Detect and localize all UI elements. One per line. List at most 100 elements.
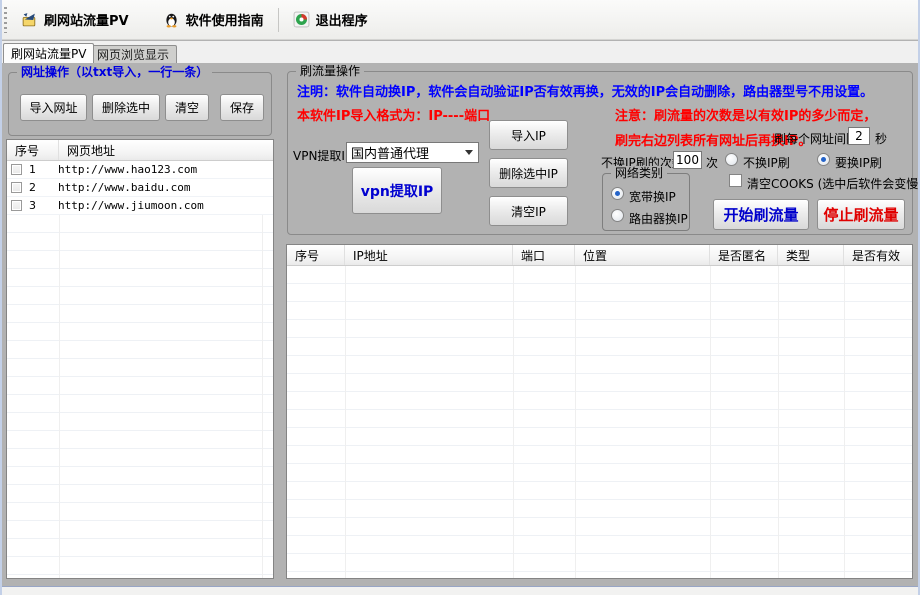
import-urls-button[interactable]: 导入网址 (20, 94, 87, 121)
interval-input[interactable] (848, 127, 870, 145)
button-label: 删除选中IP (499, 165, 558, 182)
tab-traffic-pv[interactable]: 刷网站流量PV (3, 43, 94, 63)
start-traffic-button[interactable]: 开始刷流量 (713, 199, 809, 230)
radio-router-ip[interactable] (611, 209, 624, 222)
button-label: vpn提取IP (361, 181, 434, 201)
toolbar-item-refresh-pv[interactable]: 刷网站流量PV (13, 6, 137, 33)
column-header-location[interactable]: 位置 (575, 245, 710, 265)
url-row[interactable]: 1 http://www.hao123.com (7, 161, 273, 179)
toolbar-item-exit[interactable]: 退出程序 (285, 6, 376, 33)
column-separator (575, 266, 576, 578)
radio-change-ip-label[interactable]: 要换IP刷 (835, 154, 882, 171)
tab-label: 网页浏览显示 (97, 46, 169, 63)
traffic-operations-groupbox: 刷流量操作 注明：软件自动换IP，软件会自动验证IP否有效再换，无效的IP会自动… (287, 71, 913, 235)
clear-ip-button[interactable]: 清空IP (489, 196, 568, 226)
url-list: 序号 网页地址 1 http://www.hao123.com 2 http:/… (6, 139, 274, 579)
column-header-index[interactable]: 序号 (287, 245, 345, 265)
ip-list-header: 序号 IP地址 端口 位置 是否匿名 类型 是否有效 (287, 245, 912, 266)
url-row[interactable]: 3 http://www.jiumoon.com (7, 197, 273, 215)
column-separator (778, 266, 779, 578)
row-checkbox[interactable] (11, 164, 22, 175)
radio-broadband-ip[interactable] (611, 187, 624, 200)
row-checkbox[interactable] (11, 182, 22, 193)
ip-list: 序号 IP地址 端口 位置 是否匿名 类型 是否有效 (286, 244, 913, 579)
note-auto-ip: 注明：软件自动换IP，软件会自动验证IP否有效再换，无效的IP会自动删除，路由器… (297, 81, 873, 100)
column-header-ip[interactable]: IP地址 (345, 245, 513, 265)
toolbar-item-label: 刷网站流量PV (44, 10, 129, 29)
column-header-label: 是否有效 (852, 247, 900, 264)
column-header-label: 序号 (15, 142, 39, 159)
column-separator (844, 266, 845, 578)
ip-list-body (287, 266, 912, 578)
chevron-down-icon (465, 150, 473, 155)
vpn-proxy-select[interactable]: 国内普通代理 (346, 142, 479, 163)
clear-urls-button[interactable]: 清空 (165, 94, 209, 121)
delete-selected-ip-button[interactable]: 删除选中IP (489, 158, 568, 188)
exit-icon (293, 11, 310, 28)
note-attention-1: 注意：刷流量的次数是以有效IP的多少而定， (615, 105, 876, 124)
vpn-extract-label: VPN提取IP (293, 147, 352, 164)
vpn-extract-ip-button[interactable]: vpn提取IP (352, 167, 442, 214)
clear-cooks-checkbox[interactable] (729, 174, 742, 187)
import-ip-button[interactable]: 导入IP (489, 120, 568, 150)
button-label: 导入IP (511, 127, 546, 144)
radio-router-ip-label[interactable]: 路由器换IP (629, 210, 688, 227)
penguin-icon (163, 11, 180, 28)
column-separator (710, 266, 711, 578)
column-header-type[interactable]: 类型 (778, 245, 844, 265)
column-separator (262, 161, 263, 578)
toolbar-gripper[interactable] (4, 7, 7, 33)
column-separator (513, 266, 514, 578)
button-label: 保存 (230, 99, 254, 116)
status-bar (0, 586, 920, 595)
url-operations-groupbox: 网址操作（以txt导入，一行一条） 导入网址 删除选中 清空 保存 (8, 72, 272, 136)
save-urls-button[interactable]: 保存 (220, 94, 264, 121)
no-ip-change-count-unit: 次 (706, 154, 718, 171)
toolbar-separator (278, 8, 279, 32)
toolbar-item-label: 软件使用指南 (186, 10, 264, 29)
url-row[interactable]: 2 http://www.baidu.com (7, 179, 273, 197)
column-header-valid[interactable]: 是否有效 (844, 245, 912, 265)
column-header-url[interactable]: 网页地址 (59, 140, 273, 160)
tab-label: 刷网站流量PV (11, 45, 86, 62)
url-list-body: 1 http://www.hao123.com 2 http://www.bai… (7, 161, 273, 578)
delete-selected-urls-button[interactable]: 删除选中 (92, 94, 160, 121)
button-label: 导入网址 (29, 99, 77, 116)
row-url: http://www.baidu.com (52, 181, 190, 194)
row-index: 1 (22, 163, 52, 176)
radio-no-ip-change-label[interactable]: 不换IP刷 (743, 154, 790, 171)
window-frame-left (0, 0, 2, 595)
radio-no-ip-change[interactable] (725, 153, 738, 166)
row-checkbox[interactable] (11, 200, 22, 211)
column-header-label: 网页地址 (67, 142, 115, 159)
no-ip-change-count-input[interactable] (673, 151, 702, 169)
tab-page-traffic: 网址操作（以txt导入，一行一条） 导入网址 删除选中 清空 保存 序号 网页地… (0, 63, 920, 586)
radio-broadband-ip-label[interactable]: 宽带换IP (629, 188, 676, 205)
clear-cooks-label[interactable]: 清空COOKS (选中后软件会变慢) (747, 175, 920, 192)
column-header-label: IP地址 (353, 247, 388, 264)
select-value: 国内普通代理 (351, 143, 429, 162)
tab-strip: 刷网站流量PV 网页浏览显示 (0, 41, 920, 63)
row-index: 2 (22, 181, 52, 194)
row-index: 3 (22, 199, 52, 212)
pv-icon (21, 11, 38, 28)
tab-browser-view[interactable]: 网页浏览显示 (89, 45, 177, 63)
stop-traffic-button[interactable]: 停止刷流量 (817, 199, 905, 230)
traffic-operations-title: 刷流量操作 (296, 64, 364, 78)
button-label: 清空IP (511, 203, 546, 220)
column-header-anonymous[interactable]: 是否匿名 (710, 245, 778, 265)
button-label: 删除选中 (102, 99, 150, 116)
button-label: 开始刷流量 (723, 204, 798, 225)
toolbar-item-guide[interactable]: 软件使用指南 (155, 6, 272, 33)
radio-change-ip[interactable] (817, 153, 830, 166)
app-window: 刷网站流量PV 软件使用指南 (0, 0, 920, 595)
row-url: http://www.jiumoon.com (52, 199, 204, 212)
network-type-title: 网络类别 (611, 166, 667, 180)
column-header-label: 类型 (786, 247, 810, 264)
column-header-port[interactable]: 端口 (513, 245, 575, 265)
row-url: http://www.hao123.com (52, 163, 197, 176)
interval-unit: 秒 (875, 130, 887, 147)
column-header-index[interactable]: 序号 (7, 140, 59, 160)
toolbar-item-label: 退出程序 (316, 10, 368, 29)
button-label: 清空 (175, 99, 199, 116)
